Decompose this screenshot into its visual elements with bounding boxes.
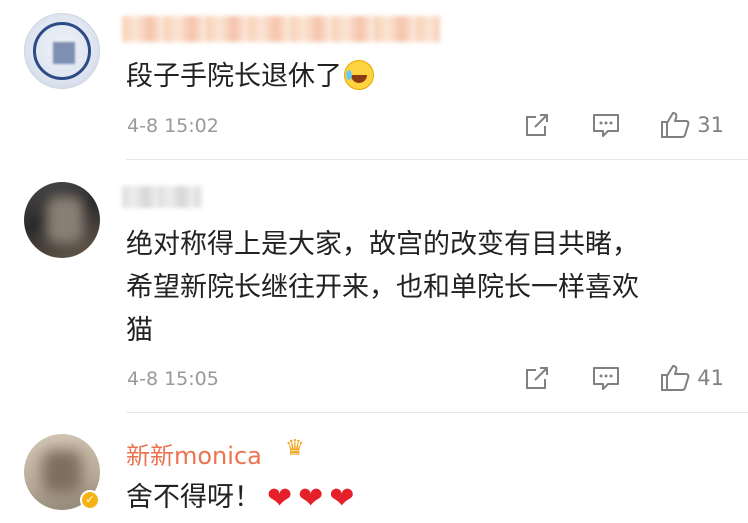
avatar[interactable] — [24, 182, 100, 258]
comment-icon — [593, 114, 620, 137]
like-button[interactable]: 31 — [659, 110, 724, 140]
comment-text-line: 希望新院长继往开来，也和单院长一样喜欢 — [126, 272, 639, 303]
like-button[interactable]: 41 — [659, 363, 724, 393]
comment-date: 4-8 15:05 — [127, 368, 219, 390]
avatar-mosaic — [53, 42, 75, 64]
heart-icon: ❤ — [267, 481, 293, 516]
share-button[interactable] — [523, 364, 551, 392]
username[interactable]: 新新monica — [126, 436, 262, 471]
comment-button[interactable] — [591, 364, 621, 392]
heart-icon: ❤ — [298, 481, 324, 516]
like-count: 31 — [697, 113, 724, 137]
share-button[interactable] — [523, 111, 551, 139]
username-blurred[interactable] — [122, 16, 440, 42]
username-blurred[interactable] — [122, 186, 202, 208]
comment-text-content: 段子手院长退休了 — [126, 61, 342, 92]
thumbs-up-icon — [661, 365, 690, 391]
comment-item: 段子手院长退休了 4-8 15:02 31 — [0, 0, 748, 160]
crown-icon: ♛ — [285, 436, 305, 461]
thumbs-up-icon — [661, 112, 690, 138]
comment-text-line: 猫 — [126, 315, 153, 346]
comment-button[interactable] — [591, 111, 621, 139]
heart-icon: ❤ — [329, 481, 355, 516]
laughing-crying-emoji-icon — [344, 60, 374, 90]
comment-text: 舍不得呀！ ❤ ❤ ❤ — [126, 476, 716, 520]
comment-actions: 31 — [523, 110, 724, 140]
comment-text: 段子手院长退休了 — [126, 55, 716, 98]
comment-text: 绝对称得上是大家，故宫的改变有目共睹， 希望新院长继往开来，也和单院长一样喜欢 … — [126, 223, 716, 352]
comment-actions: 41 — [523, 363, 724, 393]
comment-item: ✓ 新新monica ♛ 舍不得呀！ ❤ ❤ ❤ — [0, 412, 748, 523]
share-icon — [526, 367, 549, 389]
share-icon — [526, 114, 549, 136]
comment-text-line: 绝对称得上是大家，故宫的改变有目共睹， — [126, 229, 639, 260]
like-count: 41 — [697, 366, 724, 390]
avatar-mosaic — [46, 196, 84, 244]
comment-date: 4-8 15:02 — [127, 115, 219, 137]
avatar[interactable] — [24, 13, 100, 89]
comment-text-content: 舍不得呀！ — [126, 482, 261, 513]
avatar-mosaic — [42, 450, 82, 494]
verified-badge-icon: ✓ — [80, 490, 100, 510]
comment-item: 绝对称得上是大家，故宫的改变有目共睹， 希望新院长继往开来，也和单院长一样喜欢 … — [0, 160, 748, 413]
comment-icon — [593, 367, 620, 390]
